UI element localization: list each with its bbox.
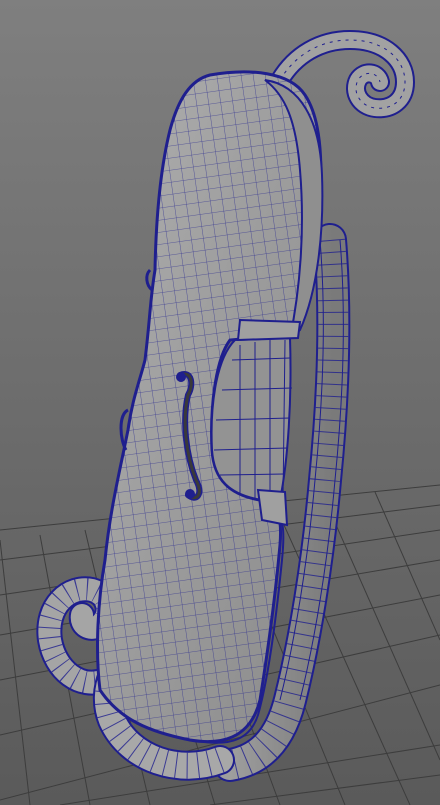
- 3d-viewport[interactable]: [0, 0, 440, 805]
- viewport-canvas[interactable]: [0, 0, 440, 805]
